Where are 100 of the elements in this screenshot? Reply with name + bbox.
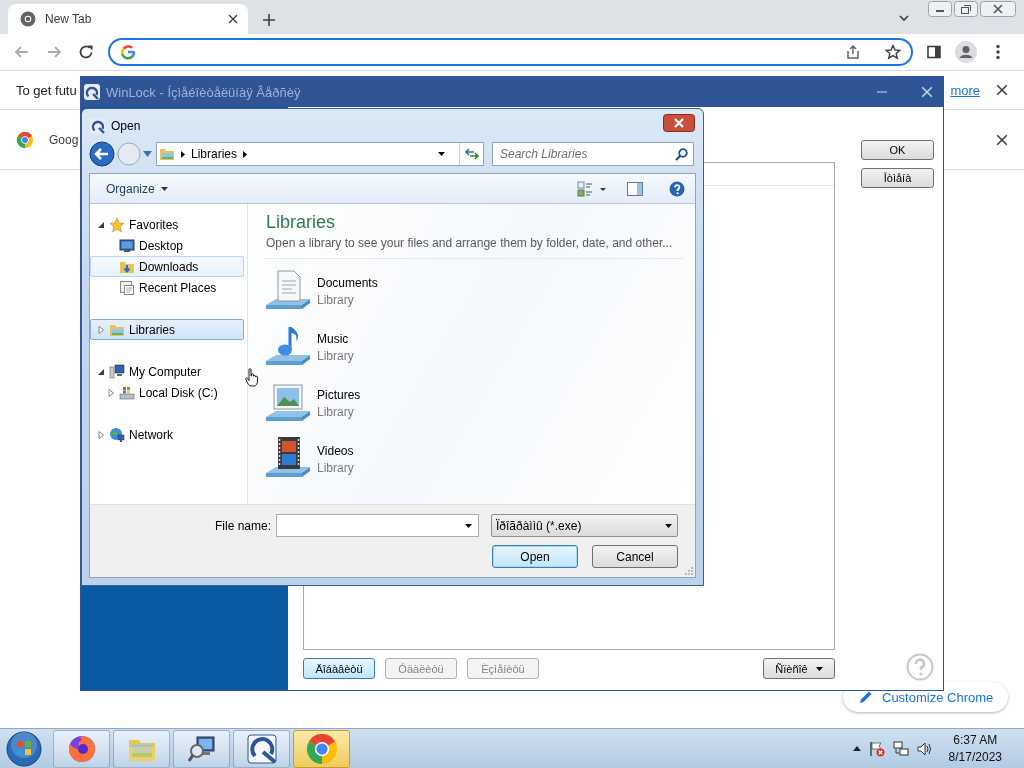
share-icon[interactable] — [845, 44, 862, 60]
field-label: File name: — [214, 518, 271, 533]
resize-grip-icon — [685, 567, 693, 575]
nav-item[interactable]: Local Disk (C:) — [90, 382, 244, 403]
taskbar-button[interactable] — [173, 729, 230, 768]
breadcrumb[interactable]: Libraries — [191, 147, 238, 161]
app-logo-icon — [90, 117, 106, 134]
dialog-button[interactable]: Cancel — [592, 545, 678, 568]
library-name[interactable]: Music — [317, 331, 354, 346]
app-logo-icon — [84, 84, 100, 100]
promo-text: Goog — [49, 132, 79, 147]
infobar-text: To get futu — [16, 82, 77, 98]
file-type-dropdown[interactable]: Ïðîãðàììû (*.exe) — [491, 514, 678, 537]
library-name[interactable]: Documents — [317, 275, 378, 290]
drive-icon — [119, 384, 135, 401]
close-icon[interactable] — [228, 14, 238, 24]
search-icon — [675, 148, 688, 161]
google-g-icon — [119, 44, 136, 60]
nav-item[interactable]: Desktop — [90, 235, 244, 256]
taskbar-button[interactable] — [293, 729, 350, 768]
preview-pane-icon[interactable] — [627, 181, 643, 196]
network-icon — [109, 426, 125, 443]
dialog-button[interactable]: Îòìåíà — [861, 168, 934, 188]
close-icon[interactable] — [980, 1, 1016, 17]
clock[interactable]: 6:37 AM 8/17/2023 — [948, 733, 1002, 764]
description-text: Open a library to see your files and arrange them by folder, date, and other... — [266, 236, 674, 250]
profile-icon[interactable] — [955, 41, 978, 63]
nav-item[interactable]: Recent Places — [90, 277, 244, 298]
clock-date: 8/17/2023 — [948, 750, 1002, 764]
reload-icon[interactable] — [77, 44, 94, 60]
restore-icon[interactable] — [954, 1, 978, 17]
libraries-icon — [159, 146, 175, 162]
close-icon[interactable] — [996, 133, 1008, 146]
close-icon[interactable] — [663, 113, 695, 132]
start-button[interactable] — [4, 729, 44, 768]
star-icon — [109, 216, 125, 233]
library-type: Library — [317, 292, 355, 307]
menu-icon[interactable] — [996, 44, 1000, 60]
plus-icon[interactable] — [262, 13, 276, 27]
close-icon[interactable] — [996, 84, 1008, 96]
dropdown-caret-icon[interactable] — [438, 152, 445, 156]
caret-icon — [160, 186, 168, 191]
network-icon[interactable] — [892, 740, 909, 757]
address-field[interactable] — [107, 38, 914, 66]
expanded-arrow-icon[interactable] — [97, 220, 105, 229]
recent-places-icon — [119, 279, 135, 296]
computer-icon — [109, 363, 125, 380]
chrome-icon — [20, 11, 36, 27]
view-options-icon[interactable] — [577, 179, 607, 198]
monitor-icon — [119, 237, 135, 254]
collapsed-arrow-icon[interactable] — [97, 325, 105, 334]
expanded-arrow-icon[interactable] — [97, 367, 105, 376]
nav-item[interactable]: My Computer — [90, 361, 244, 382]
learn-more-link[interactable]: more — [950, 82, 980, 98]
action-button[interactable]: Äîáàâèòü — [303, 658, 375, 679]
breadcrumb-arrow-icon — [181, 150, 185, 158]
collapsed-arrow-icon[interactable] — [97, 430, 105, 439]
clock-time: 6:37 AM — [953, 733, 998, 747]
browser-tab[interactable]: New Tab — [8, 4, 248, 34]
app-logo-icon — [246, 733, 277, 764]
file-name-field[interactable] — [276, 514, 479, 537]
back-icon[interactable] — [89, 141, 115, 167]
section-heading: Libraries — [266, 211, 337, 233]
side-panel-icon[interactable] — [926, 44, 943, 60]
library-type: Library — [317, 460, 354, 475]
list-menu-button[interactable]: Ñïèñîê — [763, 658, 835, 679]
caret-up-icon[interactable] — [852, 746, 861, 751]
collapsed-arrow-icon[interactable] — [107, 388, 115, 397]
nav-item[interactable]: Libraries — [90, 319, 244, 340]
taskbar-button[interactable] — [233, 729, 290, 768]
help-icon[interactable] — [669, 180, 685, 197]
nav-item[interactable]: Network — [90, 424, 244, 445]
minimize-icon[interactable] — [928, 1, 952, 17]
dropdown-caret-icon — [465, 523, 472, 528]
chevron-down-icon[interactable] — [898, 12, 910, 24]
chrome-icon — [17, 131, 33, 148]
magnifier-monitor-icon — [186, 733, 217, 764]
nav-item[interactable]: Downloads — [90, 256, 244, 277]
dialog-title: Open — [111, 118, 141, 133]
library-name[interactable]: Pictures — [317, 387, 361, 402]
star-icon[interactable] — [885, 44, 902, 60]
dialog-button[interactable]: OK — [861, 140, 934, 160]
organize-menu[interactable]: Organize — [102, 178, 172, 199]
nav-item[interactable]: Favorites — [90, 214, 244, 235]
chrome-icon — [306, 733, 337, 764]
dropdown-caret-icon — [665, 523, 672, 528]
taskbar-button[interactable] — [53, 729, 110, 768]
caret-icon — [815, 666, 823, 671]
library-type: Library — [317, 348, 354, 363]
library-type: Library — [317, 404, 355, 419]
window-title: WinLock - Íçìåéîèòåëüíàÿ Âåðñèÿ — [106, 84, 301, 100]
breadcrumb-arrow-icon — [243, 150, 248, 158]
speaker-icon[interactable] — [916, 740, 933, 757]
library-name[interactable]: Videos — [317, 443, 354, 458]
flag-icon[interactable] — [868, 740, 885, 757]
hand-cursor-icon — [245, 368, 259, 387]
browser-icon — [66, 733, 97, 764]
address-bar[interactable]: Libraries — [156, 142, 484, 166]
dialog-button[interactable]: Open — [492, 545, 578, 568]
search-field[interactable]: Search Libraries — [492, 142, 694, 166]
